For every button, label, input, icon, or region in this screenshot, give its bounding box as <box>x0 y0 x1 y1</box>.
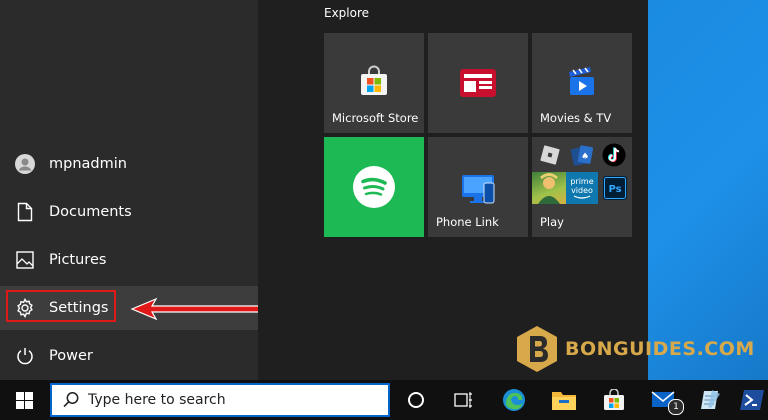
tile-microsoft-store[interactable]: Microsoft Store <box>324 33 424 133</box>
search-icon <box>63 392 79 408</box>
user-avatar-icon <box>14 153 36 175</box>
tile-movies-tv[interactable]: Movies & TV <box>532 33 632 133</box>
powershell-icon <box>740 390 764 410</box>
tile-label: Play <box>540 215 564 229</box>
watermark: BONGUIDES.COM <box>515 325 755 373</box>
news-icon <box>428 69 528 97</box>
mail-button[interactable]: 1 <box>644 380 684 420</box>
tiktok-icon <box>599 140 629 170</box>
start-menu-sidebar: mpnadmin Documents Pictures Settings Pow… <box>0 0 258 380</box>
tile-play-folder[interactable]: ♠ prime video Ps Play <box>532 137 632 237</box>
powershell-button[interactable] <box>732 380 768 420</box>
search-input[interactable] <box>88 392 368 408</box>
prime-video-label: prime video <box>570 177 594 195</box>
svg-text:Ps: Ps <box>608 184 621 195</box>
sidebar-item-label: Power <box>49 348 93 364</box>
bonguides-logo-icon <box>517 326 557 372</box>
taskbar-search-box[interactable] <box>50 383 390 417</box>
edge-button[interactable] <box>494 380 534 420</box>
settings-highlight-box <box>6 290 116 322</box>
photoshop-express-icon: Ps <box>601 174 629 202</box>
document-icon <box>14 201 36 223</box>
tile-label: Phone Link <box>436 215 499 229</box>
tile-phone-link[interactable]: Phone Link <box>428 137 528 237</box>
spotify-icon <box>324 166 424 208</box>
roblox-icon <box>535 140 565 170</box>
tile-news[interactable] <box>428 33 528 133</box>
sidebar-item-label: Documents <box>49 204 132 220</box>
store-icon <box>324 65 424 97</box>
sidebar-item-user[interactable]: mpnadmin <box>0 142 258 186</box>
tile-spotify[interactable] <box>324 137 424 237</box>
windows-logo-icon <box>15 391 33 409</box>
notepad-icon <box>701 390 720 409</box>
task-view-icon <box>454 392 472 408</box>
edge-icon <box>503 389 525 411</box>
task-view-button[interactable] <box>444 380 484 420</box>
tile-label: Movies & TV <box>540 111 612 125</box>
sidebar-item-documents[interactable]: Documents <box>0 190 258 234</box>
tile-label: Microsoft Store <box>332 111 419 125</box>
picture-icon <box>14 249 36 271</box>
taskbar: 1 <box>0 380 768 420</box>
game-thumbnail-icon <box>532 172 566 204</box>
taskbar-store-button[interactable] <box>594 380 634 420</box>
solitaire-icon: ♠ <box>567 140 597 170</box>
sidebar-item-pictures[interactable]: Pictures <box>0 238 258 282</box>
store-bag-icon <box>604 389 624 410</box>
phone-link-icon <box>428 171 528 205</box>
movies-icon <box>532 65 632 97</box>
prime-video-icon: prime video <box>566 172 598 204</box>
power-icon <box>14 345 36 367</box>
svg-text:♠: ♠ <box>581 152 589 162</box>
folder-icon <box>552 392 576 410</box>
cortana-circle-icon <box>408 392 424 408</box>
file-explorer-button[interactable] <box>544 380 584 420</box>
watermark-text: BONGUIDES.COM <box>565 338 755 360</box>
notepad-button[interactable] <box>690 380 730 420</box>
start-button[interactable] <box>0 380 48 420</box>
mail-badge: 1 <box>668 399 684 415</box>
pointer-arrow <box>130 297 263 321</box>
desktop-background <box>648 0 768 380</box>
sidebar-item-power[interactable]: Power <box>0 334 258 378</box>
tile-group-label: Explore <box>324 6 370 20</box>
cortana-button[interactable] <box>396 380 436 420</box>
sidebar-item-label: Pictures <box>49 252 107 268</box>
sidebar-item-label: mpnadmin <box>49 156 127 172</box>
